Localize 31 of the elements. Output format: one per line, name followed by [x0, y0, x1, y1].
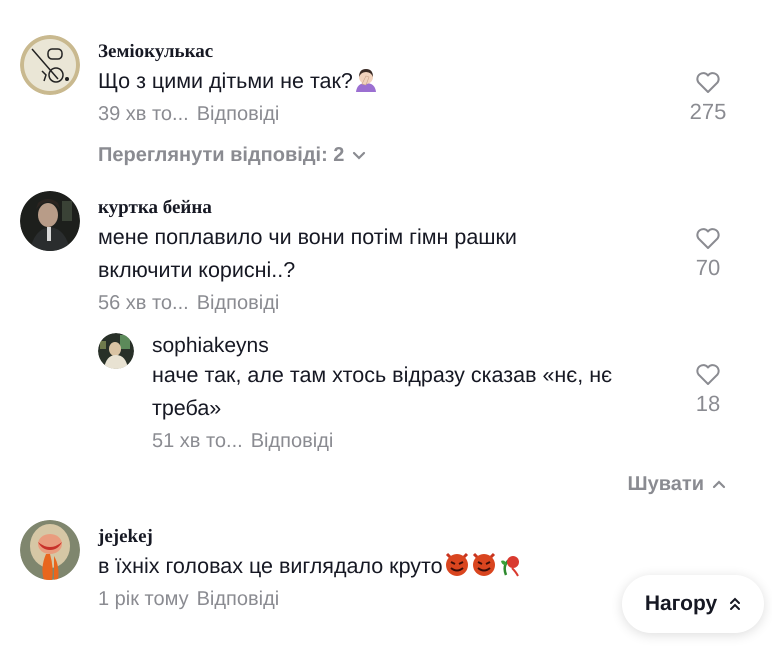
- comment-time: 51 хв то...: [152, 429, 243, 453]
- hide-replies-button[interactable]: Шувати: [628, 473, 726, 496]
- like-count: 275: [690, 99, 726, 125]
- username[interactable]: куртка бейна: [98, 197, 212, 219]
- double-chevron-up-icon: [729, 597, 742, 611]
- devil-emoji-icon: [470, 551, 497, 577]
- chevron-up-icon: [712, 480, 726, 489]
- like-count: 18: [696, 391, 720, 417]
- like-count: 70: [696, 255, 720, 281]
- chevron-down-icon: [352, 151, 366, 160]
- reply-link[interactable]: Відповіді: [196, 587, 280, 611]
- facepalm-emoji-icon: [354, 68, 378, 92]
- reply-link[interactable]: Відповіді: [196, 291, 280, 315]
- comment-text: в їхніх головах це виглядало круто: [98, 550, 578, 583]
- heart-icon[interactable]: [695, 363, 721, 387]
- reply-link[interactable]: Відповіді: [196, 102, 280, 126]
- username[interactable]: jejekej: [98, 526, 153, 548]
- comment-text: Що з цими дітьми не так?: [98, 65, 578, 98]
- username[interactable]: sophiakeyns: [152, 335, 269, 357]
- comment-text: наче так, але там хтось відразу сказав «нє, нє треба»: [152, 362, 614, 422]
- back-to-top-button[interactable]: Нагору: [622, 575, 764, 633]
- comment-time: 39 хв то...: [98, 102, 189, 126]
- comment-time: 56 хв то...: [98, 291, 189, 315]
- username[interactable]: Земіокулькас: [98, 41, 214, 63]
- reply-link[interactable]: Відповіді: [250, 429, 334, 453]
- comment-time: 1 рік тому: [98, 587, 189, 611]
- heart-icon[interactable]: [695, 71, 721, 95]
- view-replies-button[interactable]: Переглянути відповіді: 2: [98, 144, 366, 167]
- comment-text: мене поплавило чи вони потім гімн рашки включити корисні..?: [98, 224, 518, 284]
- heart-icon[interactable]: [695, 227, 721, 251]
- devil-emoji-icon: [444, 551, 470, 577]
